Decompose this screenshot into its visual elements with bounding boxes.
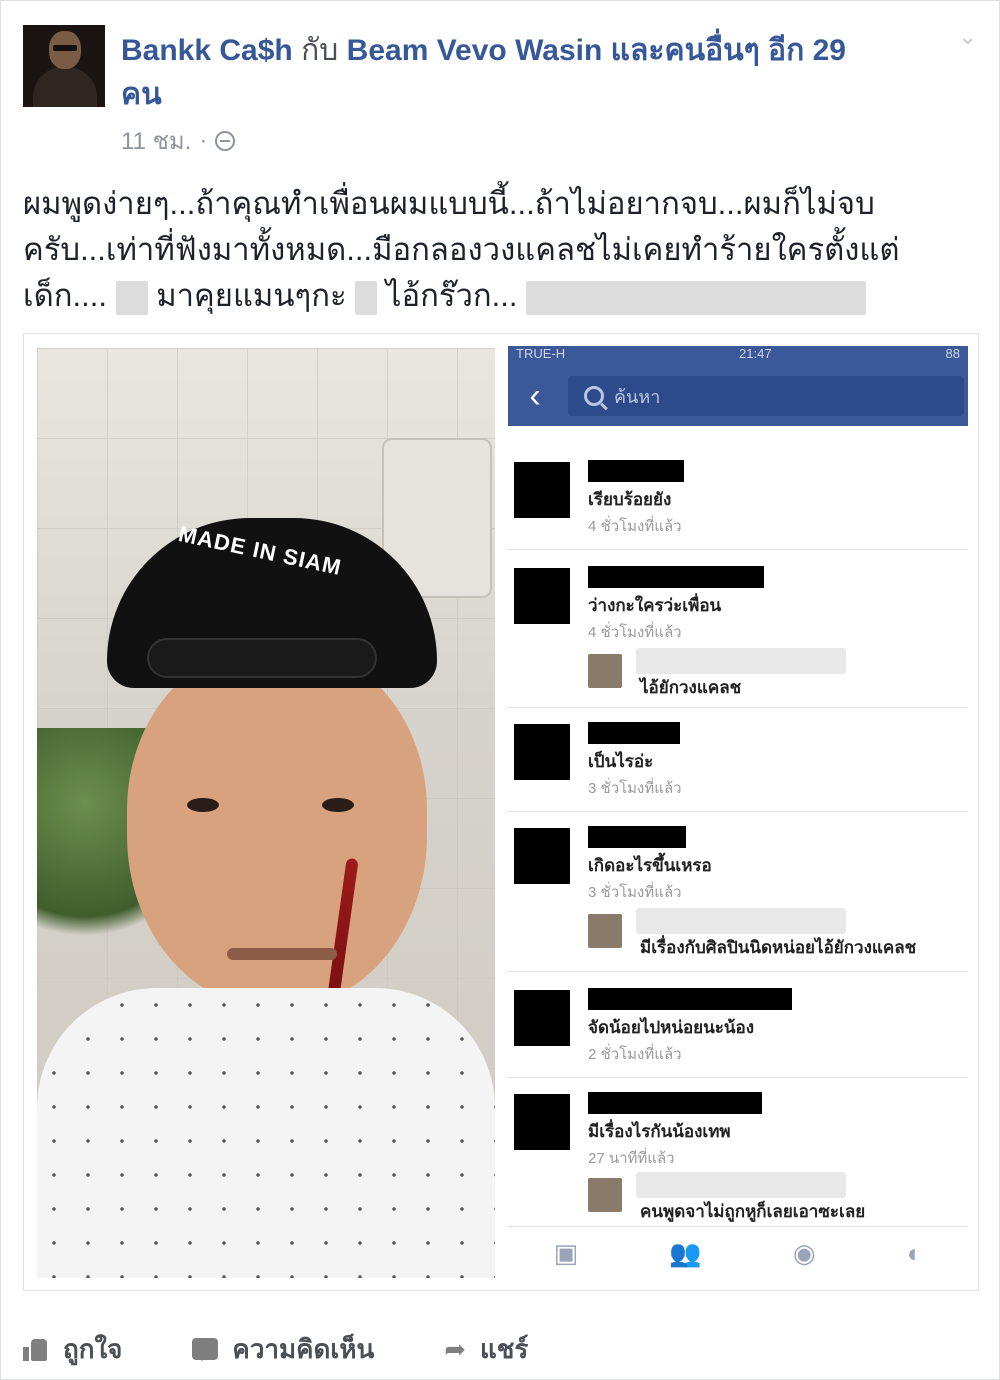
blurred-word <box>355 280 378 315</box>
post-action-bar: ถูกใจ ความคิดเห็น ➦ แชร์ <box>23 1327 973 1371</box>
back-arrow-icon: ‹ <box>529 377 541 415</box>
phone-tab-bar: ▣ 👥 ◉ ◐ <box>508 1226 968 1280</box>
right-eye <box>322 798 354 812</box>
thread-item: เป็นไรอ่ะ 3 ชั่วโมงที่แล้ว <box>508 708 968 812</box>
thread-message: เรียบร้อยยัง <box>588 490 672 509</box>
friends-icon: 👥 <box>669 1238 702 1268</box>
censored-name <box>588 722 680 744</box>
thumbs-up-icon <box>23 1337 49 1361</box>
facebook-post: Bankk Ca$h กับ Beam Vevo Wasin และคนอื่น… <box>0 0 1000 1380</box>
thread-reply: คนพูดจาไม่ถูกหูก็เลยเอาซะเลย <box>588 1172 958 1222</box>
censored-avatar <box>514 990 570 1046</box>
blurred-text <box>526 280 867 315</box>
reply-text: ไอ้ยักวงแคลช <box>640 678 742 697</box>
thread-message: มีเรื่องไรกันน้องเทพ <box>588 1122 731 1141</box>
blurred-reply-name <box>636 1172 846 1198</box>
author-name-link[interactable]: Bankk Ca$h <box>121 34 293 67</box>
search-placeholder: ค้นหา <box>614 386 661 407</box>
left-eye <box>187 798 219 812</box>
censored-name <box>588 988 792 1010</box>
share-arrow-icon: ➦ <box>444 1333 467 1364</box>
thread-item: จัดน้อยไปหน่อยนะน้อง 2 ชั่วโมงที่แล้ว <box>508 972 968 1078</box>
search-icon <box>584 386 604 406</box>
blurred-reply-name <box>636 648 846 674</box>
post-options-chevron-icon[interactable]: › <box>957 29 982 53</box>
blurred-reply-name <box>636 908 846 934</box>
thread-time: 2 ชั่วโมงที่แล้ว <box>588 1046 682 1063</box>
comment-label: ความคิดเห็น <box>232 1333 375 1364</box>
share-button[interactable]: ➦ แชร์ <box>444 1329 528 1370</box>
reply-text: คนพูดจาไม่ถูกหูก็เลยเอาซะเลย <box>640 1202 866 1221</box>
thread-message: เป็นไรอ่ะ <box>588 752 654 771</box>
avatar-figure-body <box>33 67 97 107</box>
thread-message: เกิดอะไรขึ้นเหรอ <box>588 856 712 875</box>
post-line-3-part-c: ไอ้กร๊วก... <box>385 278 518 313</box>
censored-avatar <box>514 568 570 624</box>
thread-message: จัดน้อยไปหน่อยนะน้อง <box>588 1018 755 1037</box>
post-timestamp[interactable]: 11 ชม. <box>121 121 191 160</box>
battery-label: 88 <box>945 346 960 361</box>
avatar-sunglasses <box>53 45 77 51</box>
thread-message: ว่างกะใครว่ะเพื่อน <box>588 596 722 615</box>
thread-time: 4 ชั่วโมงที่แล้ว <box>588 624 682 641</box>
thread-item: มีเรื่องไรกันน้องเทพ 27 นาทีที่แล้ว คนพู… <box>508 1078 968 1228</box>
post-meta: 11 ชม. · <box>121 121 236 160</box>
like-label: ถูกใจ <box>63 1333 123 1364</box>
censored-avatar <box>514 724 570 780</box>
post-header: Bankk Ca$h กับ Beam Vevo Wasin และคนอื่น… <box>121 29 881 117</box>
selfie-image: MADE IN SIAM <box>37 348 495 1278</box>
tagged-friend-link[interactable]: Beam Vevo Wasin <box>347 34 603 67</box>
phone-search-bar: ค้นหา <box>568 376 964 416</box>
censored-avatar <box>514 1094 570 1150</box>
messenger-icon: ◉ <box>792 1238 816 1268</box>
carrier-label: TRUE-H <box>516 346 566 361</box>
author-avatar[interactable] <box>23 25 105 107</box>
thread-time: 3 ชั่วโมงที่แล้ว <box>588 780 682 797</box>
thread-time: 4 ชั่วโมงที่แล้ว <box>588 518 682 535</box>
meta-separator: · <box>199 126 208 154</box>
thread-item: เรียบร้อยยัง 4 ชั่วโมงที่แล้ว <box>508 446 968 550</box>
censored-name <box>588 1092 762 1114</box>
phone-status-bar: TRUE-H 21:47 88 <box>508 346 968 368</box>
thread-item: ว่างกะใครว่ะเพื่อน 4 ชั่วโมงที่แล้ว ไอ้ย… <box>508 550 968 708</box>
comment-bubble-icon <box>192 1338 219 1361</box>
blurred-word <box>115 280 148 315</box>
like-button[interactable]: ถูกใจ <box>23 1329 122 1370</box>
white-dotted-shirt <box>37 988 495 1278</box>
post-photo[interactable]: MADE IN SIAM TRUE-H 21:47 88 ‹ ค้นหา เรี… <box>23 333 979 1291</box>
post-line-3-part-a: เด็ก.... <box>23 278 107 313</box>
thread-item: เกิดอะไรขึ้นเหรอ 3 ชั่วโมงที่แล้ว มีเรื่… <box>508 812 968 972</box>
public-globe-icon[interactable] <box>215 130 236 151</box>
with-connector: กับ <box>301 34 339 67</box>
phone-header-bar: TRUE-H 21:47 88 ‹ ค้นหา <box>508 346 968 426</box>
reply-text: มีเรื่องกับศิลปินนิดหน่อยไอ้ยักวงแคลช <box>640 938 917 957</box>
globe-icon: ◐ <box>906 1238 923 1268</box>
censored-avatar <box>514 462 570 518</box>
post-line-2: ครับ...เท่าที่ฟังมาทั้งหมด...มือกลองวงแค… <box>23 232 900 267</box>
thread-time: 27 นาทีที่แล้ว <box>588 1150 675 1167</box>
post-line-3-part-b: มาคุยแมนๆกะ <box>156 278 347 313</box>
post-line-3: เด็ก.... มาคุยแมนๆกะ ไอ้กร๊วก... <box>23 273 973 319</box>
censored-name <box>588 826 686 848</box>
post-line-1: ผมพูดง่ายๆ...ถ้าคุณทำเพื่อนผมแบบนี้...ถ้… <box>23 186 875 221</box>
reply-avatar <box>588 654 622 688</box>
clock-label: 21:47 <box>739 346 772 361</box>
feed-icon: ▣ <box>553 1238 579 1268</box>
messenger-screenshot: TRUE-H 21:47 88 ‹ ค้นหา เรียบร้อยยัง 4 ช… <box>508 346 968 1280</box>
share-label: แชร์ <box>480 1333 529 1364</box>
censored-name <box>588 460 684 482</box>
censored-avatar <box>514 828 570 884</box>
mouth <box>227 948 337 960</box>
censored-name <box>588 566 764 588</box>
post-body: ผมพูดง่ายๆ...ถ้าคุณทำเพื่อนผมแบบนี้...ถ้… <box>23 181 973 319</box>
comment-button[interactable]: ความคิดเห็น <box>192 1329 374 1370</box>
reply-avatar <box>588 1178 622 1212</box>
thread-reply: มีเรื่องกับศิลปินนิดหน่อยไอ้ยักวงแคลช <box>588 908 958 958</box>
thread-reply: ไอ้ยักวงแคลช <box>588 648 958 698</box>
reply-avatar <box>588 914 622 948</box>
cap-strap <box>147 638 377 678</box>
thread-time: 3 ชั่วโมงที่แล้ว <box>588 884 682 901</box>
